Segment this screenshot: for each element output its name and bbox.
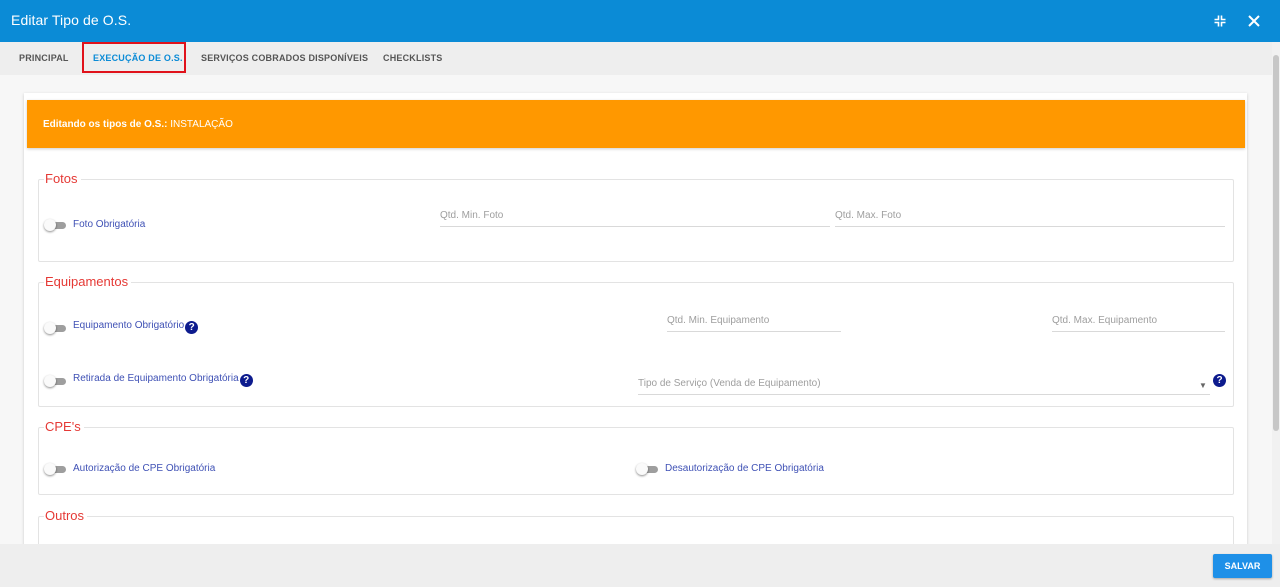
tab-checklists[interactable]: CHECKLISTS	[383, 42, 443, 75]
qtd-min-equipamento-field[interactable]: Qtd. Min. Equipamento	[667, 312, 841, 332]
autorizacao-cpe-toggle[interactable]	[44, 463, 66, 475]
cpes-title: CPE's	[44, 419, 84, 434]
retirada-equipamento-toggle[interactable]	[44, 375, 66, 387]
save-button[interactable]: SALVAR	[1213, 554, 1272, 578]
tab-principal[interactable]: PRINCIPAL	[19, 42, 69, 75]
foto-obrigatoria-label: Foto Obrigatória	[73, 219, 146, 230]
tipo-servico-help-icon[interactable]: ?	[1213, 374, 1226, 387]
qtd-max-foto-field[interactable]: Qtd. Max. Foto	[835, 207, 1225, 227]
equipamento-obrigatorio-label: Equipamento Obrigatório	[73, 320, 185, 331]
collapse-icon[interactable]	[1210, 11, 1230, 31]
dialog-title: Editar Tipo de O.S.	[11, 12, 132, 28]
equipamentos-title: Equipamentos	[44, 274, 132, 289]
qtd-min-foto-placeholder: Qtd. Min. Foto	[440, 210, 504, 221]
scrollbar-thumb[interactable]	[1273, 55, 1279, 431]
banner-text: Editando os tipos de O.S.: INSTALAÇÃO	[43, 119, 233, 130]
dialog-header: Editar Tipo de O.S.	[0, 0, 1280, 42]
autorizacao-cpe-label: Autorização de CPE Obrigatória	[73, 463, 216, 474]
chevron-down-icon: ▼	[1199, 381, 1207, 390]
qtd-min-foto-field[interactable]: Qtd. Min. Foto	[440, 207, 830, 227]
desautorizacao-cpe-label: Desautorização de CPE Obrigatória	[665, 463, 824, 474]
desautorizacao-cpe-toggle[interactable]	[636, 463, 658, 475]
cpes-section	[38, 427, 1234, 495]
help-icon[interactable]: ?	[185, 321, 199, 334]
active-tab-highlight	[82, 42, 186, 73]
qtd-min-equipamento-placeholder: Qtd. Min. Equipamento	[667, 315, 770, 326]
editing-banner: Editando os tipos de O.S.: INSTALAÇÃO	[27, 100, 1245, 148]
qtd-max-equipamento-field[interactable]: Qtd. Max. Equipamento	[1052, 312, 1225, 332]
tipo-servico-select[interactable]: Tipo de Serviço (Venda de Equipamento) ▼	[638, 375, 1210, 395]
qtd-max-equipamento-placeholder: Qtd. Max. Equipamento	[1052, 315, 1158, 326]
equipamento-obrigatorio-toggle[interactable]	[44, 322, 66, 334]
foto-obrigatoria-toggle[interactable]	[44, 219, 66, 231]
help-icon[interactable]: ?	[239, 374, 253, 387]
banner-value: INSTALAÇÃO	[170, 119, 233, 130]
retirada-equipamento-label-group: Retirada de Equipamento Obrigatória?	[73, 373, 253, 387]
tab-servicos-cobrados[interactable]: SERVIÇOS COBRADOS DISPONÍVEIS	[201, 42, 368, 75]
equipamento-obrigatorio-label-group: Equipamento Obrigatório?	[73, 320, 199, 334]
qtd-max-foto-placeholder: Qtd. Max. Foto	[835, 210, 902, 221]
fotos-title: Fotos	[44, 171, 81, 186]
outros-title: Outros	[44, 508, 88, 523]
close-x-icon	[1248, 15, 1260, 27]
tipo-servico-placeholder: Tipo de Serviço (Venda de Equipamento)	[638, 378, 821, 389]
retirada-equipamento-label: Retirada de Equipamento Obrigatória	[73, 373, 239, 384]
banner-prefix: Editando os tipos de O.S.:	[43, 119, 168, 130]
collapse-arrows-icon	[1214, 15, 1226, 27]
close-icon[interactable]	[1244, 11, 1264, 31]
tab-bar: PRINCIPAL EXECUÇÃO DE O.S. SERVIÇOS COBR…	[0, 42, 1280, 75]
dialog-footer	[0, 544, 1280, 587]
